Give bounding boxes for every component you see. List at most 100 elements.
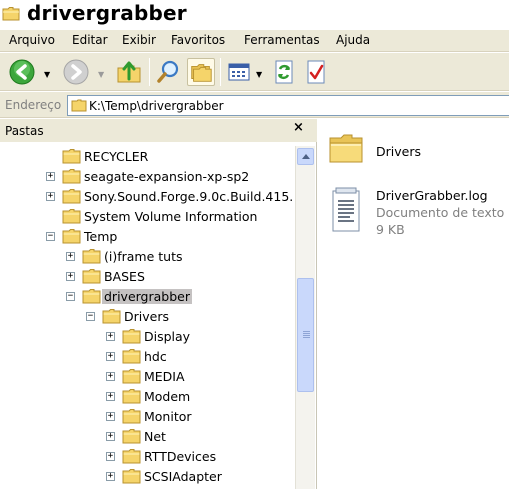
tree-node-bases[interactable]: + BASES (0, 267, 295, 287)
tree-node-label: seagate-expansion-xp-sp2 (84, 169, 250, 184)
tree-node-modem[interactable]: + Modem (0, 387, 295, 407)
tree-node-recycler[interactable]: RECYCLER (0, 147, 295, 167)
file-name: Drivers (376, 144, 421, 159)
views-dropdown-icon[interactable]: ▼ (256, 70, 262, 79)
folder-icon (122, 349, 141, 364)
folder-icon (62, 189, 81, 204)
folders-pane: Pastas × RECYCLER + seagate-expansion-xp… (0, 119, 317, 489)
address-input[interactable]: K:\Temp\drivergrabber (67, 95, 509, 116)
toolbar-separator (149, 58, 150, 86)
address-path: K:\Temp\drivergrabber (89, 99, 224, 113)
tree-node-scsiadapter[interactable]: + SCSIAdapter (0, 467, 295, 487)
folder-icon (329, 134, 363, 163)
folders-pane-header: Pastas × (0, 119, 317, 142)
tree-node-label: RTTDevices (144, 449, 217, 464)
tree-node-display[interactable]: + Display (0, 327, 295, 347)
tree-node-label-selected: drivergrabber (102, 289, 192, 304)
back-icon[interactable] (8, 58, 36, 86)
tree-node-label: Net (144, 429, 166, 444)
menu-ajuda[interactable]: Ajuda (336, 33, 370, 47)
expand-icon[interactable]: + (106, 372, 115, 381)
folder-icon (62, 149, 81, 164)
menu-exibir[interactable]: Exibir (122, 33, 156, 47)
collapse-icon[interactable]: − (46, 232, 55, 241)
expand-icon[interactable]: + (106, 452, 115, 461)
folder-icon (62, 209, 81, 224)
folder-icon (62, 169, 81, 184)
tree-node-seagate[interactable]: + seagate-expansion-xp-sp2 (0, 167, 295, 187)
folder-icon (122, 369, 141, 384)
address-label: Endereço (5, 98, 62, 112)
expand-icon[interactable]: + (106, 352, 115, 361)
tree-node-hdc[interactable]: + hdc (0, 347, 295, 367)
expand-icon[interactable]: + (66, 252, 75, 261)
folder-icon (122, 449, 141, 464)
expand-icon[interactable]: + (106, 412, 115, 421)
grip-icon (303, 331, 310, 332)
tree-node-label: Modem (144, 389, 191, 404)
toolbar-separator (220, 58, 221, 86)
tree-node-media[interactable]: + MEDIA (0, 367, 295, 387)
expand-icon[interactable]: + (106, 432, 115, 441)
window-title: drivergrabber (27, 1, 187, 25)
expand-icon[interactable]: + (46, 172, 55, 181)
scroll-up-arrow-icon[interactable] (297, 148, 314, 165)
folder-icon (122, 329, 141, 344)
expand-icon[interactable]: + (106, 392, 115, 401)
menu-editar[interactable]: Editar (72, 33, 108, 47)
folders-pane-title: Pastas (5, 124, 44, 138)
tree-node-label: System Volume Information (84, 209, 258, 224)
folder-icon (122, 469, 141, 484)
folder-icon (122, 429, 141, 444)
folder-tree-scrollbar[interactable] (295, 146, 315, 489)
tree-node-sony[interactable]: + Sony.Sound.Forge.9.0c.Build.415. (0, 187, 295, 207)
tree-node-label: hdc (144, 349, 167, 364)
checklist-icon[interactable] (302, 58, 330, 86)
scrollbar-thumb[interactable] (297, 278, 314, 392)
tree-node-label: Temp (84, 229, 118, 244)
file-size: 9 KB (376, 222, 405, 237)
tree-node-label: Drivers (124, 309, 169, 324)
menu-favoritos[interactable]: Favoritos (171, 33, 225, 47)
file-name: DriverGrabber.log (376, 188, 488, 203)
tree-node-label: RECYCLER (84, 149, 149, 164)
tree-node-label: Sony.Sound.Forge.9.0c.Build.415. (84, 189, 294, 204)
tree-node-iframe-tuts[interactable]: + (i)frame tuts (0, 247, 295, 267)
collapse-icon[interactable]: − (66, 292, 75, 301)
folder-up-icon[interactable] (115, 58, 143, 86)
expand-icon[interactable]: + (46, 192, 55, 201)
folder-icon (122, 389, 141, 404)
search-icon[interactable] (155, 58, 183, 86)
forward-icon[interactable] (62, 58, 90, 86)
sync-icon[interactable] (270, 58, 298, 86)
file-list-pane: Drivers DriverGrabber.log Documento de t… (318, 119, 509, 489)
tree-node-drivers[interactable]: − Drivers (0, 307, 295, 327)
tree-node-drivergrabber[interactable]: − drivergrabber (0, 287, 295, 307)
toolbar: ▼ ▼ ▼ (0, 53, 509, 91)
expand-icon[interactable]: + (66, 272, 75, 281)
close-icon[interactable]: × (293, 120, 304, 135)
menu-ferramentas[interactable]: Ferramentas (244, 33, 320, 47)
tree-node-rttdevices[interactable]: + RTTDevices (0, 447, 295, 467)
folder-icon (71, 99, 87, 112)
open-folder-icon (62, 229, 81, 244)
expand-icon[interactable]: + (106, 472, 115, 481)
tree-node-net[interactable]: + Net (0, 427, 295, 447)
menu-arquivo[interactable]: Arquivo (9, 33, 55, 47)
folders-icon[interactable] (187, 58, 215, 86)
folder-icon (82, 269, 101, 284)
text-document-icon (332, 187, 360, 232)
expand-icon[interactable]: + (106, 332, 115, 341)
folder-icon (122, 409, 141, 424)
tree-node-label: Display (144, 329, 191, 344)
forward-dropdown-icon[interactable]: ▼ (98, 70, 104, 79)
tree-node-temp[interactable]: − Temp (0, 227, 295, 247)
tree-node-system-volume[interactable]: System Volume Information (0, 207, 295, 227)
open-folder-icon (82, 289, 101, 304)
tree-node-label: MEDIA (144, 369, 185, 384)
views-icon[interactable] (226, 58, 254, 86)
folder-tree: RECYCLER + seagate-expansion-xp-sp2 + So… (0, 142, 295, 489)
back-dropdown-icon[interactable]: ▼ (44, 70, 50, 79)
collapse-icon[interactable]: − (86, 312, 95, 321)
tree-node-monitor[interactable]: + Monitor (0, 407, 295, 427)
